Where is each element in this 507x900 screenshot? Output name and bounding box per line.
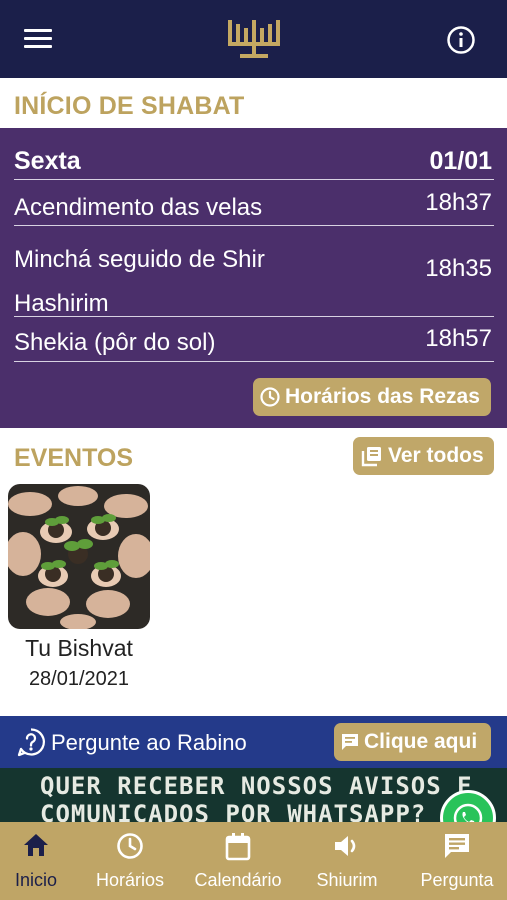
shabat-day-row: Sexta 01/01 <box>14 142 494 180</box>
speaker-icon <box>335 836 356 856</box>
time-row-value: 18h37 <box>425 189 492 216</box>
collections-icon <box>361 447 381 467</box>
calendar-icon <box>225 833 251 861</box>
chat-icon <box>342 734 358 750</box>
banner-line-1: QUER RECEBER NOSSOS AVISOS E <box>40 772 473 800</box>
menorah-icon <box>228 20 280 58</box>
question-circle-icon <box>17 728 45 757</box>
nav-label: Inicio <box>14 870 58 890</box>
day-label: Sexta <box>14 147 81 175</box>
clock-icon <box>260 387 280 407</box>
nav-label: Shiurim <box>316 870 378 890</box>
event-card[interactable]: Tu Bishvat 28/01/2021 <box>8 484 150 694</box>
message-icon <box>445 834 469 858</box>
nav-label: Calendário <box>194 870 282 890</box>
home-icon <box>24 834 48 856</box>
nav-label: Pergunta <box>420 870 494 890</box>
banner-line-2: COMUNICADOS POR WHATSAPP? <box>40 800 427 824</box>
shabat-time-row: Shekia (pôr do sol) 18h57 <box>14 317 494 362</box>
ask-rabbi-bar: Pergunte ao Rabino Clique aqui <box>0 716 507 768</box>
shabat-title: INÍCIO DE SHABAT <box>14 92 245 120</box>
event-date: 28/01/2021 <box>28 668 130 690</box>
shabat-section-header: INÍCIO DE SHABAT <box>0 84 507 128</box>
whatsapp-banner[interactable]: QUER RECEBER NOSSOS AVISOS E COMUNICADOS… <box>0 768 507 824</box>
ask-rabbi-label: Pergunte ao Rabino <box>51 730 247 755</box>
clock-icon <box>117 833 143 859</box>
time-row-label: Acendimento das velas <box>14 194 263 221</box>
events-title: EVENTOS <box>14 444 134 472</box>
events-section-header: EVENTOS Ver todos <box>0 430 507 480</box>
click-here-button-label: Clique aqui <box>364 730 478 753</box>
day-date: 01/01 <box>429 147 492 175</box>
time-row-value: 18h35 <box>425 255 492 282</box>
time-row-label: Shekia (pôr do sol) <box>14 329 216 356</box>
nav-label: Horários <box>95 870 165 890</box>
click-here-button[interactable]: Clique aqui <box>334 723 491 761</box>
shabat-time-row: Acendimento das velas 18h37 <box>14 180 494 226</box>
prayer-times-button-label: Horários das Rezas <box>285 385 480 408</box>
event-image <box>8 484 150 629</box>
hamburger-menu-icon[interactable] <box>24 29 52 51</box>
prayer-times-button[interactable]: Horários das Rezas <box>253 378 491 416</box>
nav-item-shiurim[interactable]: Shiurim <box>306 822 388 900</box>
see-all-button-label: Ver todos <box>388 444 484 467</box>
nav-item-horarios[interactable]: Horários <box>88 822 172 900</box>
nav-item-pergunta[interactable]: Pergunta <box>412 822 502 900</box>
see-all-button[interactable]: Ver todos <box>353 437 494 475</box>
app-header <box>0 0 507 78</box>
whatsapp-icon <box>440 790 496 824</box>
nav-item-inicio[interactable]: Inicio <box>0 822 72 900</box>
time-row-label: Minchá seguido de Shir Hashirim <box>14 246 265 317</box>
shabat-time-row: Minchá seguido de Shir Hashirim 18h35 <box>14 226 494 317</box>
shabat-times-panel: Sexta 01/01 Acendimento das velas 18h37 … <box>0 128 507 428</box>
info-icon[interactable] <box>446 25 476 55</box>
event-name: Tu Bishvat <box>25 635 133 661</box>
time-row-value: 18h57 <box>425 325 492 352</box>
nav-item-calendario[interactable]: Calendário <box>186 822 290 900</box>
bottom-navigation: Inicio Horários Calendário Shiurim Pergu… <box>0 822 507 900</box>
